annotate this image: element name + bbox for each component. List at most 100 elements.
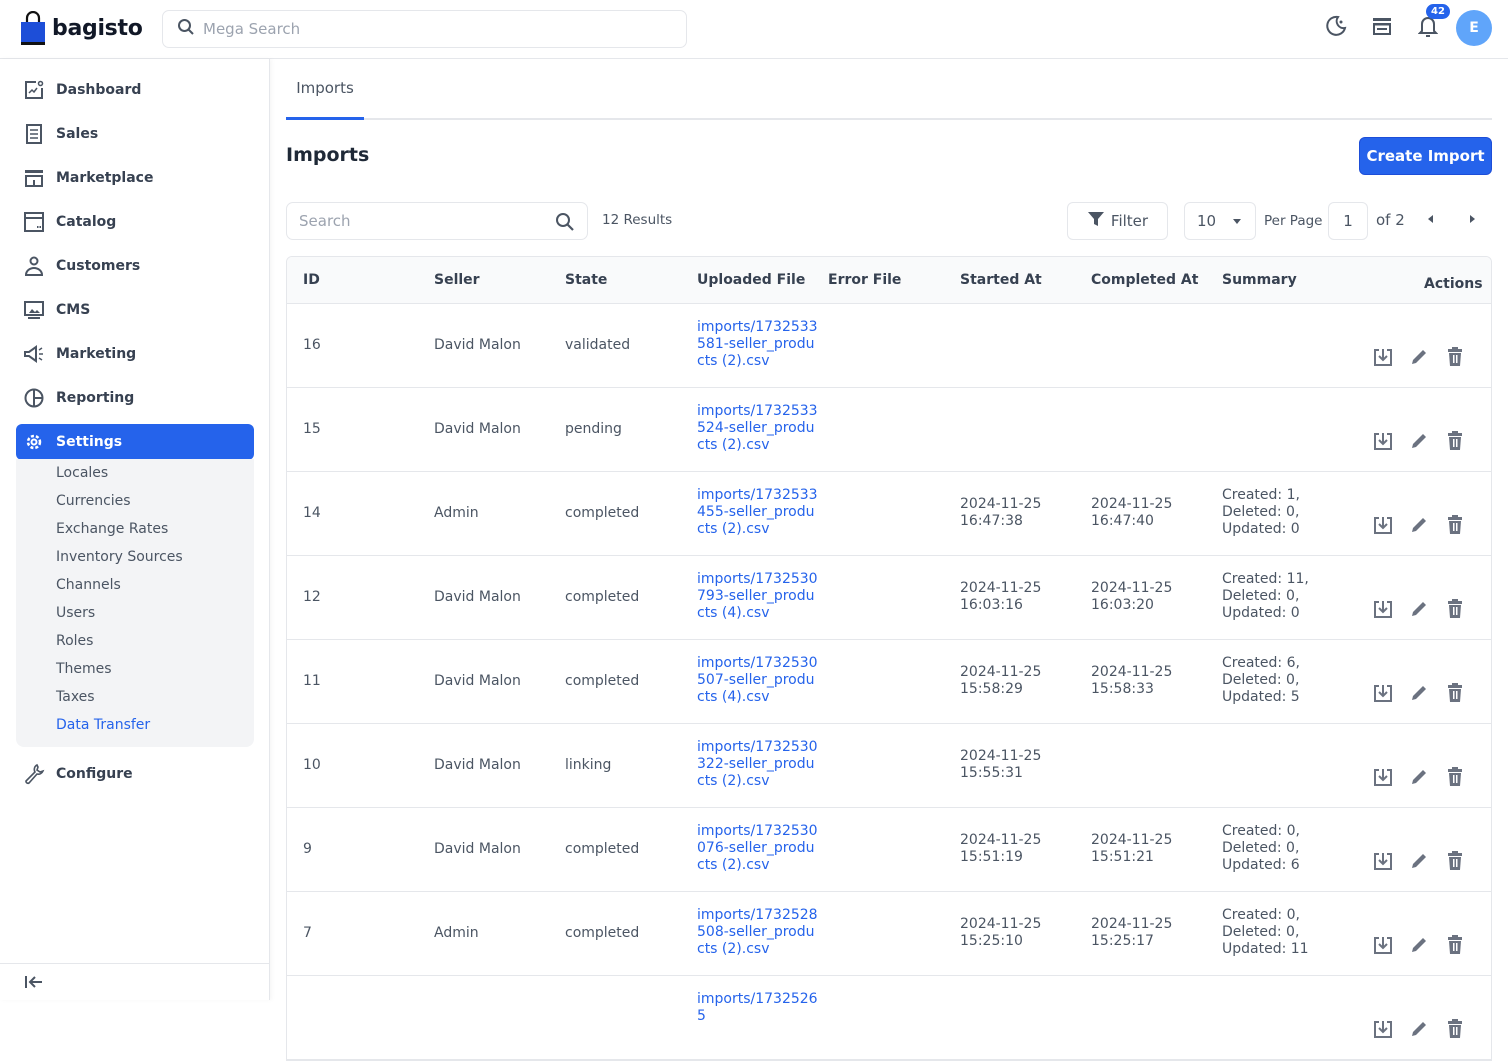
submenu-currencies[interactable]: Currencies <box>56 493 131 509</box>
delete-trash-icon[interactable] <box>1445 767 1465 787</box>
download-icon[interactable] <box>1373 347 1393 367</box>
moon-icon <box>1324 14 1348 42</box>
submenu-inventory-sources[interactable]: Inventory Sources <box>56 549 183 565</box>
cell-id: 7 <box>303 925 312 941</box>
download-icon[interactable] <box>1373 935 1393 955</box>
submenu-locales[interactable]: Locales <box>56 465 108 481</box>
top-bar: bagisto 42 E <box>0 0 1508 59</box>
datagrid-search[interactable] <box>286 202 588 240</box>
sidebar-item-sales[interactable]: Sales <box>16 116 254 152</box>
download-icon[interactable] <box>1373 767 1393 787</box>
cell-completed-at: 2024-11-25 16:03:20 <box>1091 580 1173 613</box>
cell-id: 14 <box>303 505 321 521</box>
download-icon[interactable] <box>1373 431 1393 451</box>
submenu-channels[interactable]: Channels <box>56 577 121 593</box>
download-icon[interactable] <box>1373 1019 1393 1039</box>
tab-imports[interactable]: Imports <box>286 59 364 120</box>
cell-id: 9 <box>303 841 312 857</box>
delete-trash-icon[interactable] <box>1445 851 1465 871</box>
row-actions <box>1373 599 1481 619</box>
download-icon[interactable] <box>1373 515 1393 535</box>
uploaded-file-link[interactable]: imports/1732533581-seller_products (2).c… <box>697 319 822 370</box>
search-input[interactable] <box>299 212 549 230</box>
submenu-themes[interactable]: Themes <box>56 661 112 677</box>
create-import-button[interactable]: Create Import <box>1359 137 1492 175</box>
cell-summary: Created: 0, Deleted: 0, Updated: 11 <box>1222 907 1309 957</box>
cell-state: completed <box>565 841 640 857</box>
table-row: 14 Admin completed imports/1732533455-se… <box>287 472 1491 556</box>
previous-page-icon[interactable] <box>1428 215 1433 223</box>
uploaded-file-link[interactable]: imports/1732530793-seller_products (4).c… <box>697 571 822 622</box>
column-header-state[interactable]: State <box>565 272 607 288</box>
download-icon[interactable] <box>1373 599 1393 619</box>
storefront-button[interactable] <box>1366 10 1398 46</box>
column-header-completed-at[interactable]: Completed At <box>1091 272 1198 288</box>
sidebar-item-marketplace[interactable]: Marketplace <box>16 160 254 196</box>
reporting-icon <box>23 387 45 409</box>
edit-pencil-icon[interactable] <box>1409 767 1429 787</box>
sales-icon <box>23 123 45 145</box>
filter-button[interactable]: Filter <box>1067 202 1168 240</box>
notifications-button[interactable]: 42 <box>1412 4 1450 46</box>
column-header-uploaded-file[interactable]: Uploaded File <box>697 272 805 288</box>
edit-pencil-icon[interactable] <box>1409 683 1429 703</box>
delete-trash-icon[interactable] <box>1445 599 1465 619</box>
download-icon[interactable] <box>1373 851 1393 871</box>
uploaded-file-link[interactable]: imports/1732530507-seller_products (4).c… <box>697 655 822 706</box>
cell-id: 12 <box>303 589 321 605</box>
bag-logo-icon <box>20 10 46 46</box>
collapse-sidebar-button[interactable] <box>0 963 270 1000</box>
column-header-id[interactable]: ID <box>303 272 320 288</box>
catalog-icon <box>23 211 45 233</box>
delete-trash-icon[interactable] <box>1445 1019 1465 1039</box>
search-icon[interactable] <box>555 212 575 236</box>
edit-pencil-icon[interactable] <box>1409 515 1429 535</box>
cell-summary: Created: 0, Deleted: 0, Updated: 6 <box>1222 823 1300 873</box>
edit-pencil-icon[interactable] <box>1409 431 1429 451</box>
next-page-icon[interactable] <box>1470 215 1475 223</box>
column-header-seller[interactable]: Seller <box>434 272 480 288</box>
delete-trash-icon[interactable] <box>1445 515 1465 535</box>
avatar[interactable]: E <box>1456 10 1492 46</box>
uploaded-file-link[interactable]: imports/1732528508-seller_products (2).c… <box>697 907 822 958</box>
uploaded-file-link[interactable]: imports/1732530322-seller_products (2).c… <box>697 739 822 790</box>
page-number-input[interactable] <box>1328 202 1368 240</box>
dark-mode-toggle[interactable] <box>1320 10 1352 46</box>
sidebar-item-dashboard[interactable]: Dashboard <box>16 72 254 108</box>
edit-pencil-icon[interactable] <box>1409 347 1429 367</box>
brand-name: bagisto <box>52 16 143 41</box>
delete-trash-icon[interactable] <box>1445 347 1465 367</box>
sidebar-item-configure[interactable]: Configure <box>16 756 254 792</box>
column-header-started-at[interactable]: Started At <box>960 272 1042 288</box>
edit-pencil-icon[interactable] <box>1409 599 1429 619</box>
uploaded-file-link[interactable]: imports/1732530076-seller_products (2).c… <box>697 823 822 874</box>
delete-trash-icon[interactable] <box>1445 683 1465 703</box>
mega-search-input[interactable] <box>203 20 663 38</box>
sidebar-item-cms[interactable]: CMS <box>16 292 254 328</box>
cell-started-at: 2024-11-25 15:55:31 <box>960 748 1042 781</box>
uploaded-file-link[interactable]: imports/17325265 <box>697 991 822 1025</box>
sidebar-item-reporting[interactable]: Reporting <box>16 380 254 416</box>
edit-pencil-icon[interactable] <box>1409 935 1429 955</box>
sidebar-item-marketing[interactable]: Marketing <box>16 336 254 372</box>
sidebar-item-catalog[interactable]: Catalog <box>16 204 254 240</box>
edit-pencil-icon[interactable] <box>1409 851 1429 871</box>
sidebar-item-customers[interactable]: Customers <box>16 248 254 284</box>
submenu-roles[interactable]: Roles <box>56 633 93 649</box>
submenu-data-transfer[interactable]: Data Transfer <box>56 717 150 733</box>
column-header-summary[interactable]: Summary <box>1222 272 1297 288</box>
edit-pencil-icon[interactable] <box>1409 1019 1429 1039</box>
delete-trash-icon[interactable] <box>1445 935 1465 955</box>
column-header-error-file[interactable]: Error File <box>828 272 901 288</box>
per-page-select[interactable]: 10 <box>1184 202 1256 240</box>
download-icon[interactable] <box>1373 683 1393 703</box>
mega-search[interactable] <box>162 10 687 48</box>
uploaded-file-link[interactable]: imports/1732533524-seller_products (2).c… <box>697 403 822 454</box>
delete-trash-icon[interactable] <box>1445 431 1465 451</box>
sidebar-item-settings[interactable]: Settings <box>16 424 254 460</box>
logo[interactable]: bagisto <box>20 10 143 46</box>
submenu-taxes[interactable]: Taxes <box>56 689 95 705</box>
uploaded-file-link[interactable]: imports/1732533455-seller_products (2).c… <box>697 487 822 538</box>
submenu-users[interactable]: Users <box>56 605 95 621</box>
submenu-exchange-rates[interactable]: Exchange Rates <box>56 521 168 537</box>
